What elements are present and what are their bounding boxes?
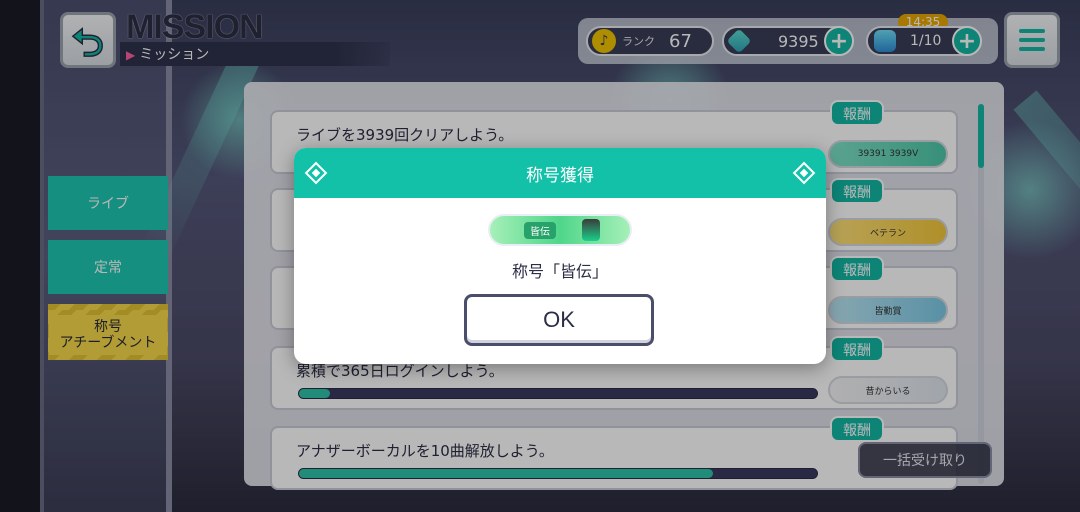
acquired-title-plate: 皆伝	[488, 214, 632, 246]
title-acquired-dialog: 称号獲得 皆伝 称号「皆伝」 OK	[294, 148, 826, 364]
dialog-message: 称号「皆伝」	[511, 262, 608, 281]
ok-button[interactable]: OK	[464, 294, 654, 346]
diamond-icon	[304, 161, 328, 185]
acquired-title-plate-text: 皆伝	[524, 221, 556, 239]
battery-icon	[582, 219, 600, 241]
dialog-header: 称号獲得	[294, 148, 826, 198]
dialog-title: 称号獲得	[526, 165, 594, 186]
diamond-icon	[792, 161, 816, 185]
